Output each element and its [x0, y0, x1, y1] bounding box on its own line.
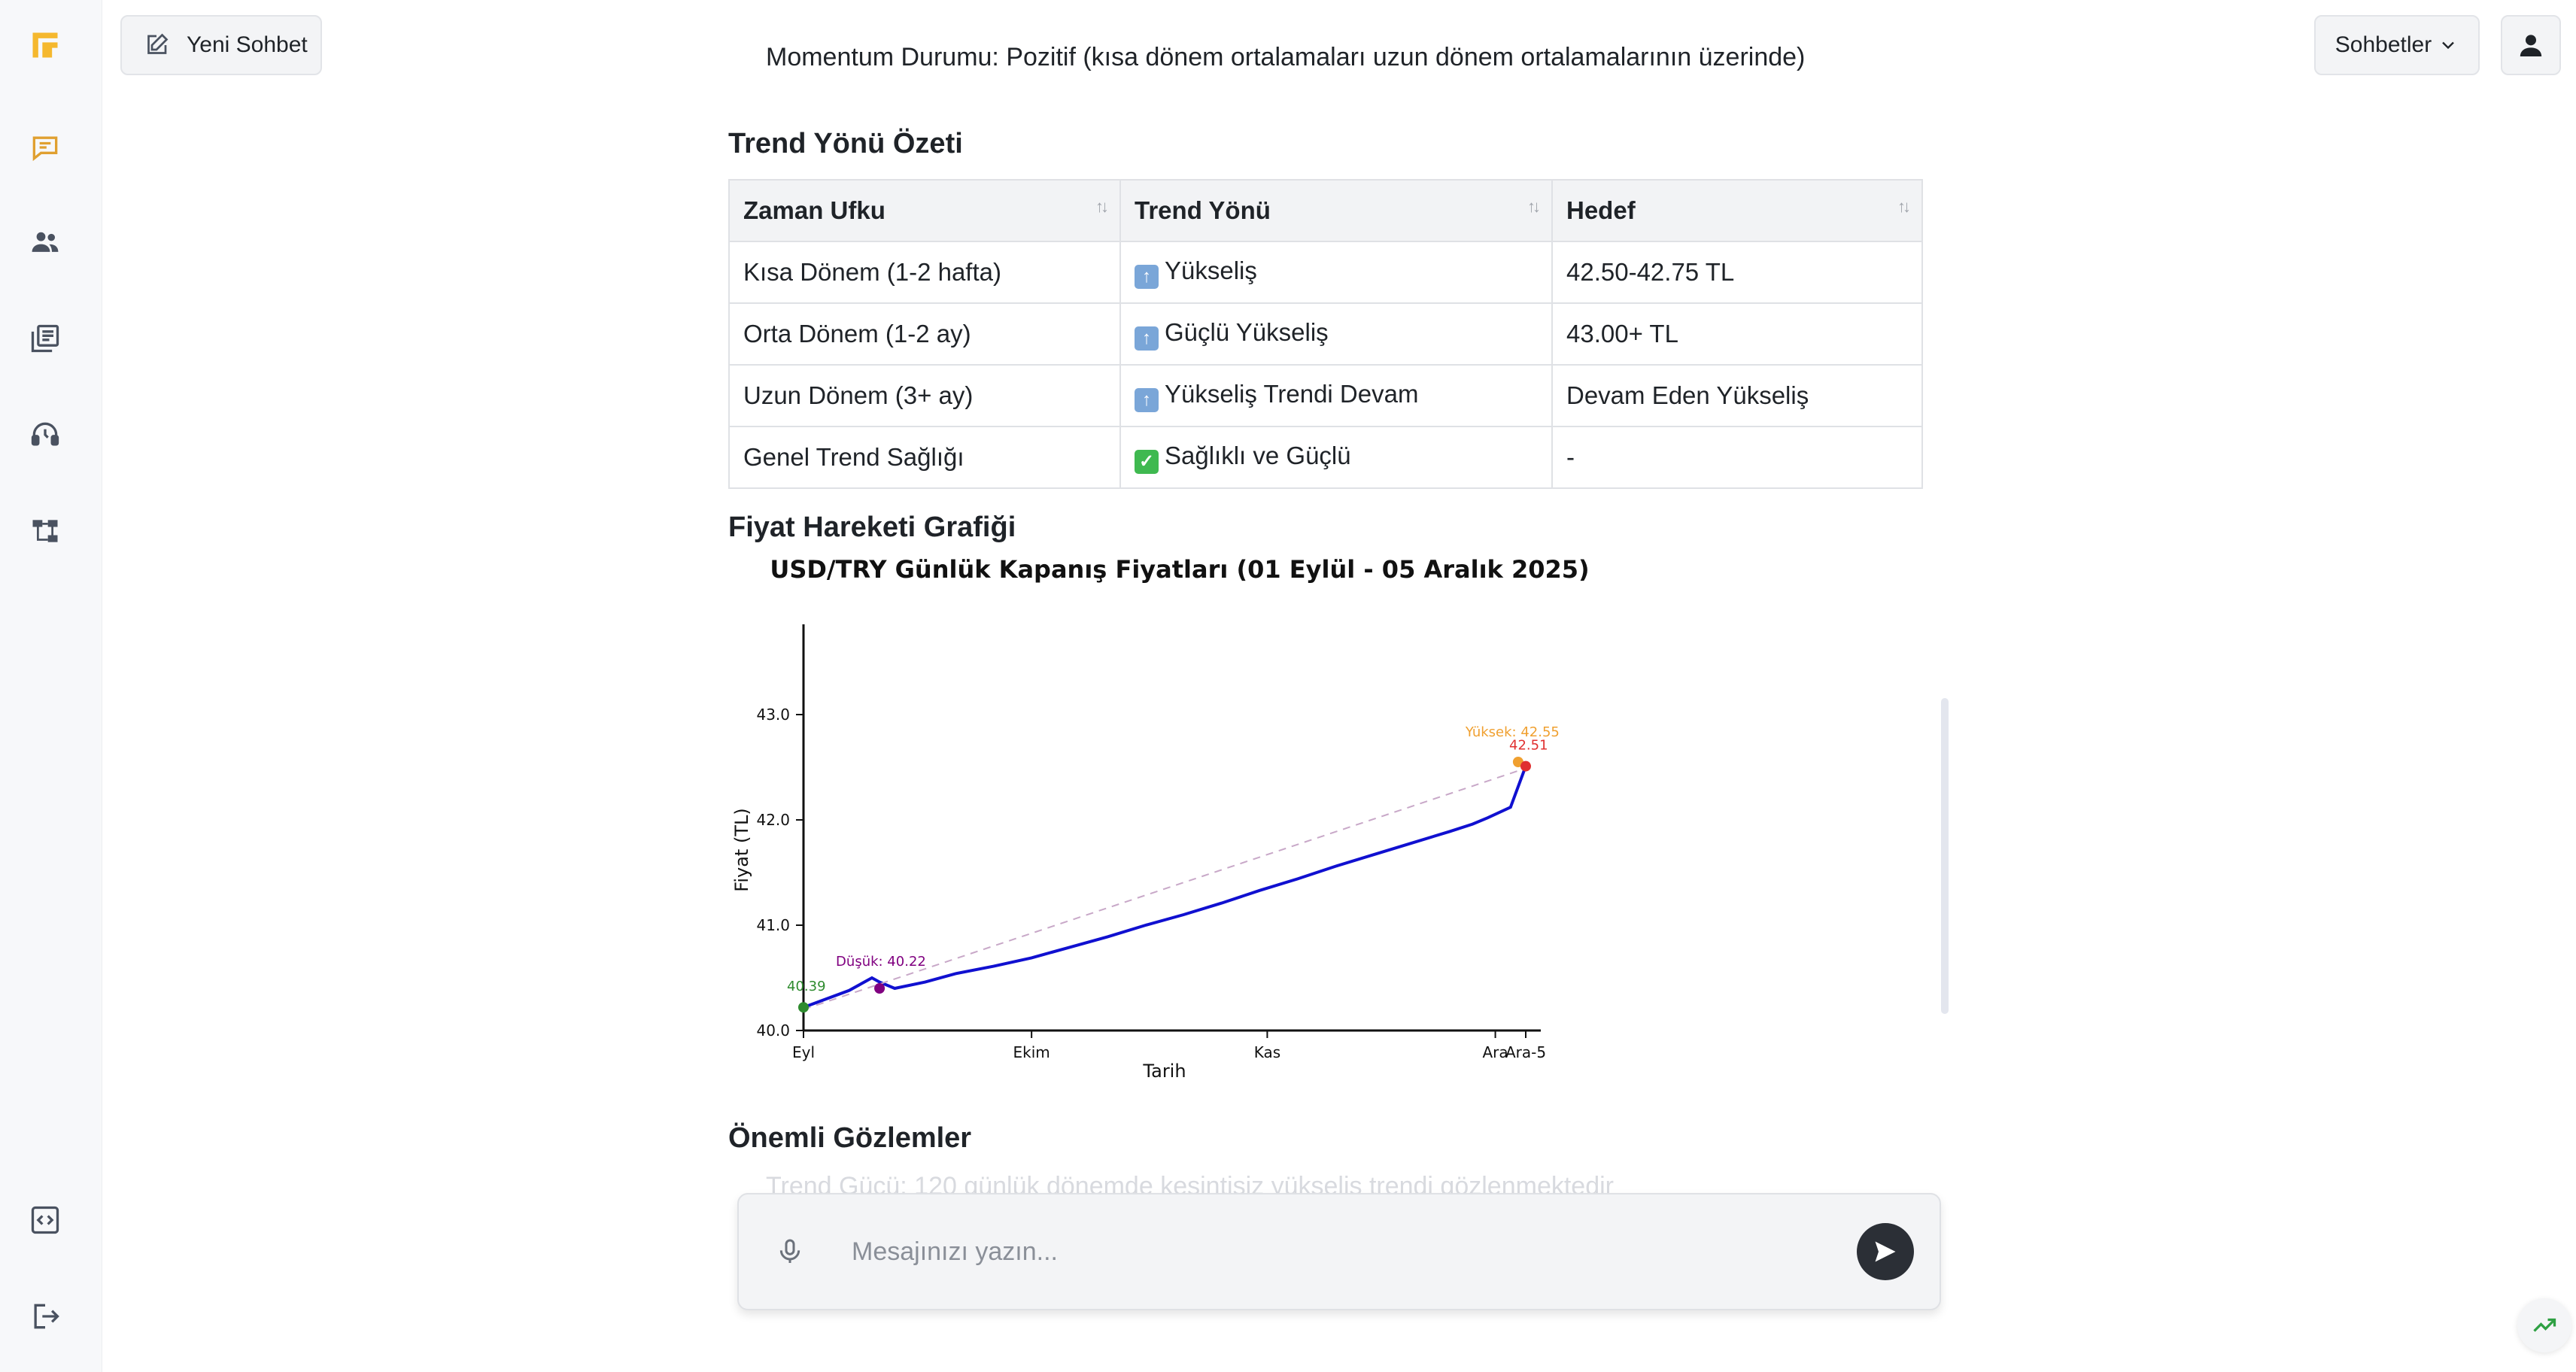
sort-icon[interactable]: ↑↓ — [1897, 197, 1911, 217]
x-axis-label: Tarih — [1142, 1061, 1186, 1082]
chevron-down-icon — [2442, 41, 2455, 50]
table-header-cell[interactable]: Zaman Ufku ↑↓ — [728, 179, 1121, 242]
price-series-line — [803, 765, 1527, 1009]
y-tick-label: 42.0 — [756, 811, 790, 829]
marker-label: 42.51 — [1509, 738, 1548, 754]
chat-icon[interactable] — [26, 128, 65, 167]
send-icon — [1875, 1241, 1896, 1262]
library-icon[interactable] — [26, 319, 65, 358]
logout-icon[interactable] — [26, 1297, 65, 1336]
table-row: Uzun Dönem (3+ ay) ↑ Yükseliş Trendi Deva… — [728, 364, 1923, 427]
x-tick-label: Ekim — [1013, 1043, 1050, 1061]
up-arrow-icon: ↑ — [1135, 387, 1159, 412]
trending-up-icon — [2533, 1318, 2556, 1332]
table-cell: 42.50-42.75 TL — [1551, 241, 1923, 304]
chat-content: Momentum Durumu: Pozitif (kısa dönem ort… — [728, 0, 1947, 1204]
table-cell: ↑ Yükseliş — [1119, 241, 1553, 304]
marker-label: 40.39 — [787, 979, 826, 994]
chats-label: Sohbetler — [2334, 32, 2432, 57]
x-tick-label: Kas — [1254, 1043, 1280, 1061]
table-row: Kısa Dönem (1-2 hafta) ↑ Yükseliş 42.50-4… — [728, 241, 1923, 304]
table-header-cell[interactable]: Trend Yönü ↑↓ — [1119, 179, 1553, 242]
table-row: Orta Dönem (1-2 ay) ↑ Güçlü Yükseliş 43.0… — [728, 302, 1923, 366]
table-cell: Kısa Dönem (1-2 hafta) — [728, 241, 1121, 304]
y-tick-label: 40.0 — [756, 1021, 790, 1040]
scrollbar-thumb[interactable] — [1941, 698, 1949, 1014]
table-cell: Genel Trend Sağlığı — [728, 426, 1121, 489]
price-chart: USD/TRY Günlük Kapanış Fiyatları (01 Eyl… — [731, 557, 1590, 1082]
table-cell: ✓ Sağlıklı ve Güçlü — [1119, 426, 1553, 489]
user-menu-button[interactable] — [2501, 15, 2561, 75]
user-icon — [2520, 35, 2542, 56]
marker-point — [798, 1002, 809, 1013]
check-icon: ✓ — [1135, 449, 1159, 474]
table-header-cell[interactable]: Hedef ↑↓ — [1551, 179, 1923, 242]
mic-button[interactable] — [770, 1232, 810, 1271]
up-arrow-icon: ↑ — [1135, 264, 1159, 289]
new-chat-button[interactable]: Yeni Sohbet — [120, 15, 322, 75]
x-tick-label: Ara-5 — [1505, 1043, 1546, 1061]
microphone-icon — [779, 1239, 800, 1263]
table-cell: 43.00+ TL — [1551, 302, 1923, 366]
x-tick-label: Eyl — [792, 1043, 815, 1061]
trend-table: Zaman Ufku ↑↓ Trend Yönü ↑↓ Hedef ↑↓ Kısa D… — [728, 179, 1923, 489]
table-cell: - — [1551, 426, 1923, 489]
marker-label: Düşük: 40.22 — [836, 954, 926, 970]
new-chat-label: Yeni Sohbet — [187, 32, 308, 57]
trend-summary-heading: Trend Yönü Özeti — [728, 128, 963, 159]
table-header-row: Zaman Ufku ↑↓ Trend Yönü ↑↓ Hedef ↑↓ — [728, 179, 1923, 242]
x-tick-label: Ara — [1482, 1043, 1508, 1061]
support-agent-icon[interactable] — [26, 415, 65, 454]
workflow-icon[interactable] — [26, 511, 65, 551]
trend-line — [803, 767, 1526, 1010]
edit-icon — [147, 33, 169, 54]
chats-dropdown-button[interactable]: Sohbetler — [2314, 15, 2480, 75]
app-root: Yeni Sohbet Sohbetler Momentum Durumu: P… — [0, 0, 2576, 1372]
y-tick-label: 43.0 — [756, 706, 790, 724]
up-arrow-icon: ↑ — [1135, 326, 1159, 351]
send-button[interactable] — [1857, 1223, 1914, 1280]
table-cell: Devam Eden Yükseliş — [1551, 364, 1923, 427]
marker-point — [874, 983, 886, 994]
y-tick-label: 41.0 — [756, 916, 790, 934]
trend-floating-button[interactable] — [2517, 1298, 2571, 1352]
sort-icon[interactable]: ↑↓ — [1095, 197, 1109, 217]
table-cell: Orta Dönem (1-2 ay) — [728, 302, 1121, 366]
logo-icon[interactable] — [26, 26, 65, 65]
marker-point — [1520, 760, 1531, 772]
sidebar — [0, 0, 102, 1372]
message-composer — [737, 1193, 1941, 1310]
table-row: Genel Trend Sağlığı ✓ Sağlıklı ve Güçlü - — [728, 426, 1923, 489]
y-axis-label: Fiyat (TL) — [731, 808, 752, 891]
message-input[interactable] — [852, 1225, 1830, 1279]
code-icon[interactable] — [26, 1200, 65, 1240]
users-icon[interactable] — [26, 223, 65, 262]
table-cell: ↑ Güçlü Yükseliş — [1119, 302, 1553, 366]
chart-title: USD/TRY Günlük Kapanış Fiyatları (01 Eyl… — [770, 557, 1589, 584]
price-chart-heading: Fiyat Hareketi Grafiği — [728, 511, 1016, 543]
table-cell: Uzun Dönem (3+ ay) — [728, 364, 1121, 427]
table-cell: ↑ Yükseliş Trendi Devam — [1119, 364, 1553, 427]
observations-heading: Önemli Gözlemler — [728, 1122, 972, 1154]
cutoff-bullet-text: Momentum Durumu: Pozitif (kısa dönem ort… — [766, 43, 1806, 71]
sort-icon[interactable]: ↑↓ — [1527, 197, 1541, 217]
